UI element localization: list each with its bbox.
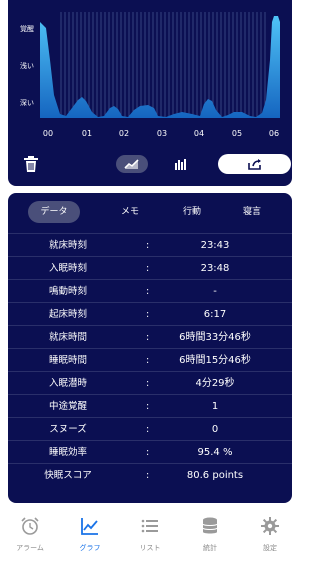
sleep-depth-chart xyxy=(40,12,280,118)
detail-tabs: データ メモ 行動 寝言 xyxy=(20,201,282,223)
tabbar-label: 設定 xyxy=(263,544,277,552)
tab-data[interactable]: データ xyxy=(28,201,80,223)
share-button[interactable] xyxy=(218,154,291,174)
data-row-sleep-onset: 入眠時刻 : 23:48 xyxy=(8,256,292,279)
y-label-deep: 深い xyxy=(20,99,34,107)
sleep-depth-area xyxy=(40,16,280,118)
row-label: 入眠潜時 xyxy=(48,378,87,389)
row-label: 入眠時刻 xyxy=(48,263,87,274)
row-value: 6時間15分46秒 xyxy=(179,355,251,366)
row-label: スヌーズ xyxy=(49,424,87,435)
line-chart-toggle-button[interactable] xyxy=(116,155,148,173)
gear-icon xyxy=(261,517,279,535)
row-separator: : xyxy=(146,470,150,481)
row-separator: : xyxy=(146,447,150,458)
row-label: 鳴動時刻 xyxy=(48,286,87,297)
row-label: 睡眠効率 xyxy=(48,447,87,458)
bar-chart-icon xyxy=(175,159,186,170)
tab-action[interactable]: 行動 xyxy=(172,201,212,223)
row-value: 0 xyxy=(211,424,219,435)
row-separator: : xyxy=(146,378,150,389)
row-label: 起床時刻 xyxy=(48,309,87,320)
list-icon xyxy=(141,519,158,533)
row-separator: : xyxy=(146,332,150,343)
data-row-awakenings: 中途覚醒 : 1 xyxy=(8,394,292,417)
row-label: 睡眠時間 xyxy=(48,355,87,366)
data-row-bedtime: 就床時刻 : 23:43 xyxy=(8,233,292,256)
graph-icon xyxy=(81,518,98,535)
x-label-03: 03 xyxy=(156,129,168,138)
row-separator: : xyxy=(146,309,150,320)
line-chart-icon xyxy=(124,159,139,169)
alarm-icon xyxy=(21,517,39,535)
x-label-04: 04 xyxy=(193,129,205,138)
y-label-light: 浅い xyxy=(20,62,34,70)
tabbar-item-stats[interactable]: 統計 xyxy=(186,516,234,553)
data-row-sleep-latency: 入眠潜時 : 4分29秒 xyxy=(8,371,292,394)
data-row-snooze: スヌーズ : 0 xyxy=(8,417,292,440)
row-value: 23:43 xyxy=(200,240,230,251)
data-row-sleep-efficiency: 睡眠効率 : 95.4 % xyxy=(8,440,292,463)
row-value: 80.6 points xyxy=(186,470,244,481)
x-label-01: 01 xyxy=(81,129,93,138)
row-separator: : xyxy=(146,286,150,297)
row-value: - xyxy=(213,286,217,297)
x-label-06: 06 xyxy=(268,129,280,138)
row-label: 就床時刻 xyxy=(48,240,87,251)
tabbar-label: 統計 xyxy=(203,544,217,552)
data-row-sleep-score: 快眠スコア : 80.6 points xyxy=(8,463,292,486)
trash-icon[interactable] xyxy=(22,155,40,173)
bottom-tab-bar: アラーム グラフ リスト 統計 設定 xyxy=(0,510,300,575)
tabbar-item-list[interactable]: リスト xyxy=(126,516,174,553)
chart-stripes xyxy=(60,12,266,118)
tab-sleep-talk[interactable]: 寝言 xyxy=(232,201,272,223)
data-row-wake-time: 起床時刻 : 6:17 xyxy=(8,302,292,325)
database-icon xyxy=(202,517,218,534)
row-value: 23:48 xyxy=(200,263,230,274)
tabbar-item-alarm[interactable]: アラーム xyxy=(6,516,54,553)
x-label-00: 00 xyxy=(42,129,54,138)
tabbar-label: リスト xyxy=(139,544,161,552)
row-separator: : xyxy=(146,401,150,412)
y-label-awake: 覚醒 xyxy=(20,25,34,33)
data-row-alarm-time: 鳴動時刻 : - xyxy=(8,279,292,302)
bar-chart-toggle-button[interactable] xyxy=(171,155,191,173)
tabbar-label: アラーム xyxy=(16,544,44,552)
row-separator: : xyxy=(146,355,150,366)
tabbar-label: グラフ xyxy=(79,544,101,552)
row-value: 6:17 xyxy=(203,309,227,320)
tabbar-item-settings[interactable]: 設定 xyxy=(246,516,294,553)
row-label: 中途覚醒 xyxy=(48,401,87,412)
sleep-chart-card: 覚醒 浅い 深い 00 01 02 03 04 05 06 xyxy=(8,0,292,186)
row-label: 快眠スコア xyxy=(44,470,92,481)
row-separator: : xyxy=(146,263,150,274)
x-label-02: 02 xyxy=(118,129,130,138)
row-value: 95.4 % xyxy=(197,447,233,458)
tabbar-item-graph[interactable]: グラフ xyxy=(66,516,114,553)
row-label: 就床時間 xyxy=(48,332,87,343)
row-value: 6時間33分46秒 xyxy=(179,332,251,343)
tab-memo[interactable]: メモ xyxy=(110,201,150,223)
row-separator: : xyxy=(146,240,150,251)
row-value: 4分29秒 xyxy=(195,378,235,389)
sleep-data-card: データ メモ 行動 寝言 就床時刻 : 23:43 入眠時刻 : 23:48 鳴… xyxy=(8,193,292,503)
data-row-time-in-bed: 就床時間 : 6時間33分46秒 xyxy=(8,325,292,348)
row-separator: : xyxy=(146,424,150,435)
x-label-05: 05 xyxy=(231,129,243,138)
data-row-sleep-duration: 睡眠時間 : 6時間15分46秒 xyxy=(8,348,292,371)
share-icon xyxy=(247,159,261,170)
row-value: 1 xyxy=(211,401,219,412)
